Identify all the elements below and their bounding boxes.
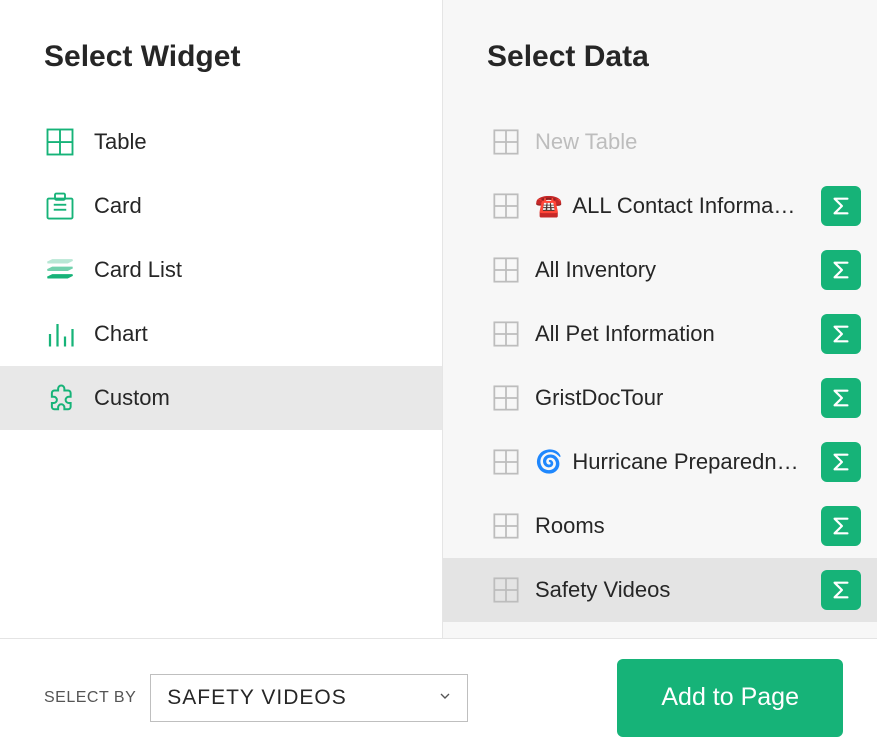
data-item-contact[interactable]: ☎️ ALL Contact Information bbox=[443, 174, 877, 238]
data-item-label: Safety Videos bbox=[535, 577, 801, 603]
widget-item-custom[interactable]: Custom bbox=[0, 366, 442, 430]
table-icon bbox=[491, 319, 521, 349]
table-icon bbox=[491, 191, 521, 221]
widget-item-cardlist[interactable]: Card List bbox=[0, 238, 442, 302]
data-item-grist[interactable]: GristDocTour bbox=[443, 366, 877, 430]
sigma-button[interactable] bbox=[821, 378, 861, 418]
chevron-down-icon bbox=[437, 686, 453, 710]
widget-item-card[interactable]: Card bbox=[0, 174, 442, 238]
widget-list: Table Card Card List Chart bbox=[0, 110, 442, 430]
select-data-title: Select Data bbox=[443, 40, 877, 110]
select-widget-title: Select Widget bbox=[0, 40, 442, 110]
widget-item-label: Card bbox=[94, 193, 142, 219]
widget-item-label: Chart bbox=[94, 321, 148, 347]
data-item-safety[interactable]: Safety Videos bbox=[443, 558, 877, 622]
select-widget-panel: Select Widget Table Card Card List bbox=[0, 0, 443, 638]
sigma-button[interactable] bbox=[821, 186, 861, 226]
data-item-label: All Pet Information bbox=[535, 321, 801, 347]
data-item-label: ALL Contact Information bbox=[572, 193, 801, 219]
table-icon bbox=[491, 255, 521, 285]
sigma-button[interactable] bbox=[821, 570, 861, 610]
sigma-button[interactable] bbox=[821, 442, 861, 482]
widget-item-label: Card List bbox=[94, 257, 182, 283]
card-icon bbox=[44, 190, 76, 222]
add-to-page-button[interactable]: Add to Page bbox=[617, 659, 843, 737]
sigma-button[interactable] bbox=[821, 314, 861, 354]
data-item-emoji: ☎️ bbox=[535, 193, 562, 219]
data-item-label: Hurricane Preparedness bbox=[572, 449, 801, 475]
data-item-label: All Inventory bbox=[535, 257, 801, 283]
table-icon bbox=[491, 447, 521, 477]
table-icon bbox=[491, 127, 521, 157]
table-icon bbox=[491, 511, 521, 541]
data-item-hurricane[interactable]: 🌀 Hurricane Preparedness bbox=[443, 430, 877, 494]
data-item-rooms[interactable]: Rooms bbox=[443, 494, 877, 558]
table-icon bbox=[491, 383, 521, 413]
footer: SELECT BY SAFETY VIDEOS Add to Page bbox=[0, 638, 877, 756]
data-item-inventory[interactable]: All Inventory bbox=[443, 238, 877, 302]
widget-item-chart[interactable]: Chart bbox=[0, 302, 442, 366]
select-by-label: SELECT BY bbox=[44, 689, 136, 707]
data-item-new: New Table bbox=[443, 110, 877, 174]
data-item-label: Rooms bbox=[535, 513, 801, 539]
sigma-button[interactable] bbox=[821, 250, 861, 290]
select-by-dropdown[interactable]: SAFETY VIDEOS bbox=[150, 674, 468, 722]
data-list: New Table ☎️ ALL Contact Information All In… bbox=[443, 110, 877, 622]
chart-icon bbox=[44, 318, 76, 350]
widget-item-table[interactable]: Table bbox=[0, 110, 442, 174]
select-by-value: SAFETY VIDEOS bbox=[167, 686, 347, 710]
table-icon bbox=[491, 575, 521, 605]
data-item-emoji: 🌀 bbox=[535, 449, 562, 475]
table-icon bbox=[44, 126, 76, 158]
cardlist-icon bbox=[44, 254, 76, 286]
select-data-panel: Select Data New Table ☎️ ALL Contact Infor… bbox=[443, 0, 877, 638]
sigma-button[interactable] bbox=[821, 506, 861, 546]
main-area: Select Widget Table Card Card List bbox=[0, 0, 877, 638]
custom-icon bbox=[44, 382, 76, 414]
data-item-label: GristDocTour bbox=[535, 385, 801, 411]
data-item-pet[interactable]: All Pet Information bbox=[443, 302, 877, 366]
data-item-label: New Table bbox=[535, 129, 861, 155]
widget-item-label: Table bbox=[94, 129, 147, 155]
widget-item-label: Custom bbox=[94, 385, 170, 411]
